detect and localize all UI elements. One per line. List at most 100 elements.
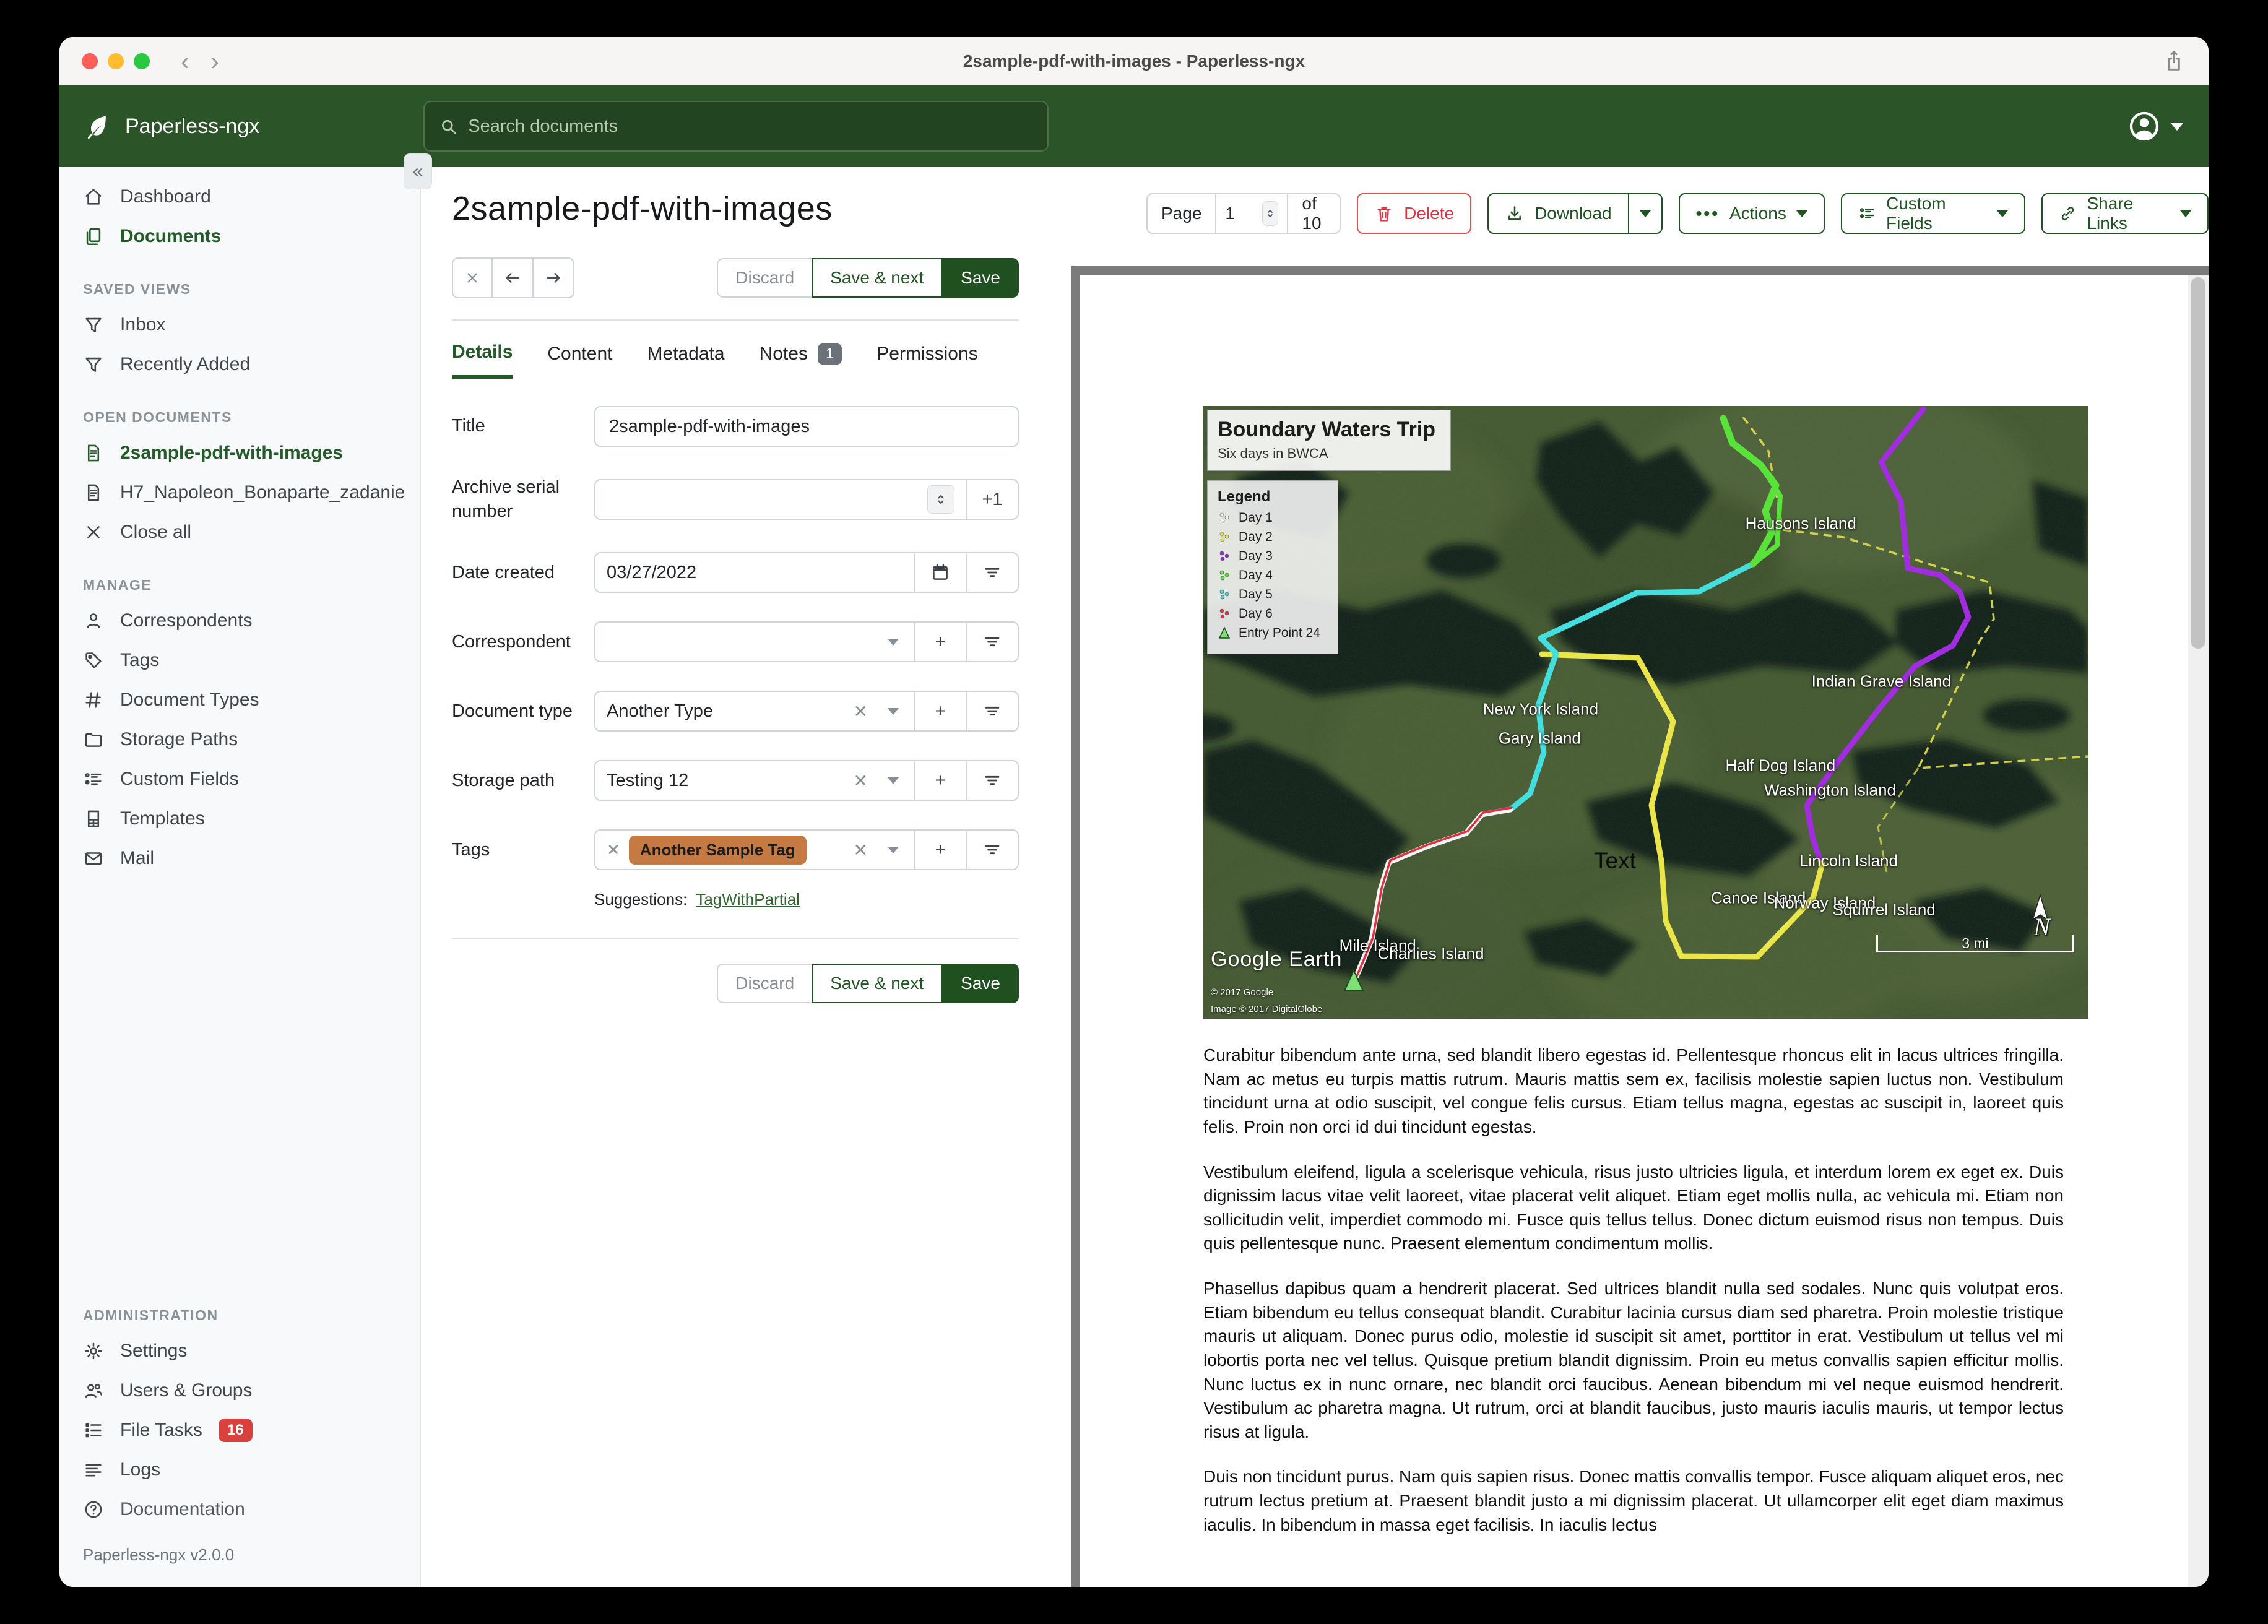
asn-input[interactable]: [595, 480, 966, 519]
tab-metadata[interactable]: Metadata: [647, 342, 724, 379]
page-stepper-icon[interactable]: [1262, 201, 1279, 226]
sidebar-item-h7-napoleon-bonaparte-zadanie[interactable]: H7_Napoleon_Bonaparte_zadanie: [59, 473, 420, 512]
clear-icon[interactable]: ✕: [854, 840, 868, 860]
sidebar-item-label: File Tasks: [120, 1420, 202, 1440]
sidebar-item-logs[interactable]: Logs: [59, 1450, 420, 1490]
browser-forward-icon[interactable]: ›: [210, 48, 219, 74]
macos-titlebar: ‹ › 2sample-pdf-with-images - Paperless-…: [59, 37, 2209, 85]
sidebar-item-file-tasks[interactable]: File Tasks 16: [59, 1410, 420, 1450]
storage-path-filter-icon[interactable]: [966, 761, 1018, 800]
add-document-type-button[interactable]: +: [914, 692, 966, 731]
sidebar-item-label: Recently Added: [120, 354, 251, 374]
map-title-box: Boundary Waters Trip Six days in BWCA: [1207, 410, 1452, 471]
sidebar-item-storage-paths[interactable]: Storage Paths: [59, 720, 420, 759]
user-menu[interactable]: [2127, 109, 2184, 144]
traffic-light-minimize[interactable]: [108, 53, 124, 69]
add-correspondent-button[interactable]: +: [914, 623, 966, 662]
preview-scrollbar[interactable]: [2188, 275, 2209, 1587]
traffic-light-close[interactable]: [82, 53, 98, 69]
date-filter-icon[interactable]: [966, 553, 1018, 592]
scrollbar-thumb[interactable]: [2191, 277, 2205, 649]
map-place-label: Lincoln Island: [1799, 851, 1898, 870]
sidebar-item-correspondents[interactable]: Correspondents: [59, 601, 420, 641]
save-next-button[interactable]: Save & next: [812, 964, 943, 1004]
suggestion-link[interactable]: TagWithPartial: [696, 890, 800, 909]
close-document-button[interactable]: [453, 259, 491, 297]
sidebar-item-close-all[interactable]: Close all: [59, 512, 420, 552]
document-type-select[interactable]: Another Type ✕: [595, 692, 914, 730]
hash-icon: [83, 689, 104, 710]
tab-permissions[interactable]: Permissions: [876, 342, 977, 379]
tab-details[interactable]: Details: [452, 342, 513, 379]
actions-button[interactable]: ••• Actions: [1678, 193, 1825, 234]
sidebar-item-inbox[interactable]: Inbox: [59, 305, 420, 345]
custom-fields-button[interactable]: Custom Fields: [1840, 193, 2026, 234]
traffic-light-zoom[interactable]: [134, 53, 150, 69]
page-number-input[interactable]: [1225, 204, 1257, 223]
sidebar-collapse-button[interactable]: «: [404, 153, 432, 189]
discard-button[interactable]: Discard: [717, 964, 812, 1004]
browser-back-icon[interactable]: ‹: [181, 48, 189, 74]
date-created-input[interactable]: [607, 562, 902, 583]
legend-item: Day 1: [1218, 511, 1329, 525]
tags-filter-icon[interactable]: [966, 831, 1018, 870]
remove-tag-icon[interactable]: ✕: [607, 840, 620, 860]
storage-path-select[interactable]: Testing 12 ✕: [595, 761, 914, 800]
save-button[interactable]: Save: [942, 964, 1019, 1004]
correspondent-select[interactable]: [595, 623, 914, 661]
document-type-value: Another Type: [607, 701, 713, 721]
title-input[interactable]: [594, 406, 1019, 447]
documents-icon: [83, 226, 104, 247]
save-next-button[interactable]: Save & next: [812, 258, 943, 298]
save-button[interactable]: Save: [942, 258, 1019, 298]
entry-point-icon: [1218, 626, 1231, 639]
map-place-label: Washington Island: [1764, 780, 1896, 800]
download-options-caret[interactable]: [1627, 193, 1663, 234]
number-stepper-icon[interactable]: [927, 485, 954, 514]
sidebar-item-recently-added[interactable]: Recently Added: [59, 345, 420, 384]
delete-button[interactable]: Delete: [1357, 193, 1472, 234]
sidebar-item-users-groups[interactable]: Users & Groups: [59, 1371, 420, 1410]
asn-plus-one-button[interactable]: +1: [966, 480, 1018, 519]
map-legend: Legend Day 1 Day 2 Day 3 Day 4 Day 5 Day 6 Ent…: [1207, 480, 1338, 654]
discard-button[interactable]: Discard: [717, 258, 812, 298]
sidebar-item-templates[interactable]: Templates: [59, 799, 420, 839]
brand[interactable]: Paperless-ngx: [84, 113, 423, 140]
add-tag-button[interactable]: +: [914, 831, 966, 870]
sidebar-item-label: 2sample-pdf-with-images: [120, 443, 344, 463]
tag-chip[interactable]: Another Sample Tag: [628, 835, 807, 865]
next-document-button[interactable]: [532, 259, 573, 297]
sidebar-item-settings[interactable]: Settings: [59, 1331, 420, 1371]
share-icon[interactable]: [2162, 49, 2186, 74]
download-button[interactable]: Download: [1487, 193, 1629, 234]
clear-icon[interactable]: ✕: [854, 701, 868, 722]
chevron-down-icon: [1796, 210, 1807, 217]
tasks-icon: [83, 1420, 104, 1441]
sidebar-item-dashboard[interactable]: Dashboard: [59, 177, 420, 217]
pdf-preview-frame: Boundary Waters Trip Six days in BWCA Le…: [1071, 266, 2209, 1587]
previous-document-button[interactable]: [491, 259, 532, 297]
add-storage-path-button[interactable]: +: [914, 761, 966, 800]
clear-icon[interactable]: ✕: [854, 771, 868, 791]
page-navigation: Page of 10: [1146, 193, 1341, 234]
tags-select[interactable]: ✕ Another Sample Tag ✕: [595, 831, 914, 869]
sidebar-item-custom-fields[interactable]: Custom Fields: [59, 759, 420, 799]
sidebar-item-2sample-pdf-with-images[interactable]: 2sample-pdf-with-images: [59, 433, 420, 473]
tab-content[interactable]: Content: [547, 342, 612, 379]
correspondent-filter-icon[interactable]: [966, 623, 1018, 662]
page-label: Page: [1161, 204, 1202, 223]
storage-path-value: Testing 12: [607, 770, 689, 790]
legend-item: Day 5: [1218, 587, 1329, 602]
sidebar-item-documentation[interactable]: Documentation: [59, 1490, 420, 1529]
search-input[interactable]: [468, 116, 1034, 137]
share-links-button[interactable]: Share Links: [2041, 193, 2209, 234]
calendar-icon[interactable]: [914, 553, 966, 592]
sidebar-item-tags[interactable]: Tags: [59, 641, 420, 680]
document-type-filter-icon[interactable]: [966, 692, 1018, 731]
sidebar-item-document-types[interactable]: Document Types: [59, 680, 420, 720]
sidebar-item-documents[interactable]: Documents: [59, 217, 420, 256]
sidebar-item-label: H7_Napoleon_Bonaparte_zadanie: [120, 482, 405, 503]
tab-notes[interactable]: Notes 1: [760, 342, 842, 379]
sidebar-item-mail[interactable]: Mail: [59, 839, 420, 878]
sidebar-item-label: Users & Groups: [120, 1380, 253, 1401]
